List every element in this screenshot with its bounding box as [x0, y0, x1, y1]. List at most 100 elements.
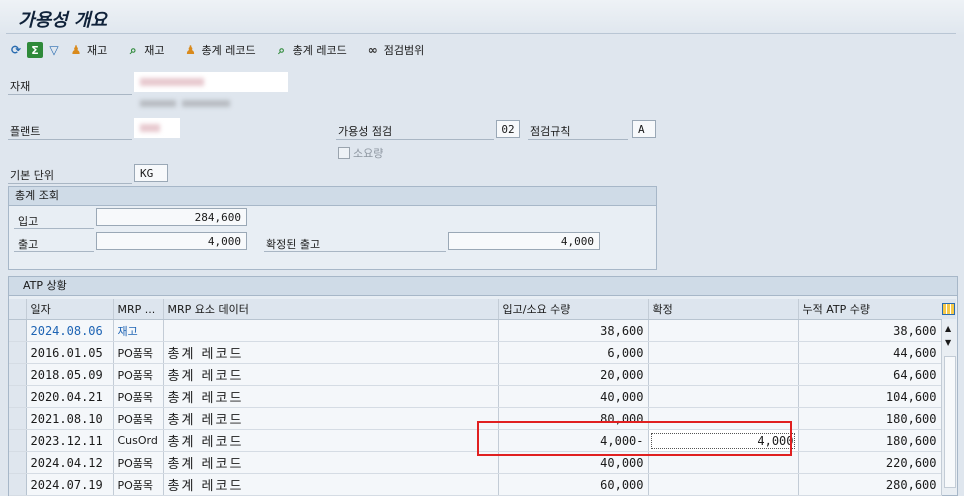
row-mrp: PO품목 [113, 451, 164, 474]
row-cumulative: 104,600 [798, 385, 942, 408]
row-date: 2024.04.12 [26, 451, 114, 474]
material-field[interactable] [134, 72, 288, 92]
row-selector[interactable] [9, 319, 27, 342]
check-rule-label: 점검규칙 [530, 125, 571, 138]
row-mrp[interactable]: 재고 [113, 319, 164, 342]
stock-people-button[interactable]: ♟ 재고 [67, 42, 108, 58]
row-confirmed [648, 473, 799, 496]
check-range-label: 점검범위 [383, 44, 425, 57]
row-mrp: PO품목 [113, 407, 164, 430]
table-row[interactable]: 2018.05.09 PO품목 총계 레코드 20,000 64,600 [9, 363, 942, 386]
row-mrp: PO품목 [113, 473, 164, 496]
row-mrp-data [163, 319, 499, 342]
base-unit-label: 기본 단위 [10, 169, 54, 182]
filter-icon[interactable]: ▽ [46, 42, 62, 58]
page-title: 가용성 개요 [18, 10, 108, 31]
row-selector[interactable] [9, 341, 27, 364]
availability-check-field[interactable]: 02 [496, 120, 520, 138]
table-row[interactable]: 2020.04.21 PO품목 총계 레코드 40,000 104,600 [9, 385, 942, 408]
magnifier-icon: ⌕ [278, 42, 285, 57]
column-header-mrp[interactable]: MRP ... [113, 299, 164, 320]
receipts-label: 입고 [18, 215, 39, 228]
magnifier-icon: ⌕ [129, 42, 137, 57]
row-qty: 6,000 [498, 341, 649, 364]
material-label: 자재 [10, 80, 31, 93]
row-confirmed [648, 363, 799, 386]
vertical-scrollbar[interactable]: ▲ ▼ [941, 322, 957, 494]
row-date: 2018.05.09 [26, 363, 114, 386]
scroll-up-icon[interactable]: ▲ [945, 324, 951, 333]
issues-underline [14, 251, 94, 252]
row-selector[interactable] [9, 451, 27, 474]
row-mrp: PO품목 [113, 341, 164, 364]
column-header-cumulative[interactable]: 누적 ATP 수량 [798, 299, 942, 320]
refresh-icon[interactable]: ⟳ [8, 42, 24, 58]
people-icon: ♟ [185, 43, 196, 57]
row-selector[interactable] [9, 429, 27, 452]
table-row[interactable]: 2021.08.10 PO품목 총계 레코드 80,000 180,600 [9, 407, 942, 430]
requirement-checkbox[interactable] [338, 147, 350, 159]
requirement-checkbox-row: 소요량 [338, 145, 383, 161]
row-confirmed [648, 385, 799, 408]
receipts-field: 284,600 [96, 208, 247, 226]
scroll-down-icon[interactable]: ▼ [945, 338, 951, 347]
row-mrp-data: 총계 레코드 [163, 407, 499, 430]
column-header-date[interactable]: 일자 [26, 299, 114, 320]
row-selector[interactable] [9, 385, 27, 408]
receipts-underline [14, 228, 94, 229]
row-qty: 60,000 [498, 473, 649, 496]
row-date: 2021.08.10 [26, 407, 114, 430]
plant-label: 플랜트 [10, 125, 41, 138]
column-header-qty[interactable]: 입고/소요 수량 [498, 299, 649, 320]
row-mrp: PO품목 [113, 363, 164, 386]
row-cumulative: 220,600 [798, 451, 942, 474]
total-records-people-button[interactable]: ♟ 총계 레코드 [182, 42, 256, 58]
confirmed-issues-field: 4,000 [448, 232, 600, 250]
row-selector[interactable] [9, 473, 27, 496]
check-rule-field[interactable]: A [632, 120, 656, 138]
grid-settings-icon [942, 303, 955, 315]
row-mrp: CusOrd [113, 429, 164, 452]
check-rule-underline [528, 139, 628, 140]
row-selector[interactable] [9, 407, 27, 430]
highlight-box [477, 421, 792, 456]
row-date[interactable]: 2024.08.06 [26, 319, 114, 342]
toolbar: ⟳ Σ ▽ ♟ 재고 ⌕ 재고 ♟ 총계 레코드 ⌕ 총계 레코드 ∞ 점검범위 [8, 40, 438, 60]
requirement-label: 소요량 [353, 147, 384, 160]
table-header-row: 일자 MRP ... MRP 요소 데이터 입고/소요 수량 확정 누적 ATP… [9, 299, 942, 320]
availability-check-underline [336, 139, 494, 140]
title-bar [0, 0, 964, 36]
stock-search-button[interactable]: ⌕ 재고 [124, 42, 165, 58]
sigma-icon[interactable]: Σ [27, 42, 43, 58]
select-all-header[interactable] [9, 299, 27, 320]
table-row[interactable]: 2016.01.05 PO품목 총계 레코드 6,000 44,600 [9, 341, 942, 364]
total-records-search-button[interactable]: ⌕ 총계 레코드 [273, 42, 346, 58]
table-row[interactable]: 2024.08.06 재고 38,600 38,600 [9, 319, 942, 342]
row-mrp-data: 총계 레코드 [163, 473, 499, 496]
atp-table: 일자 MRP ... MRP 요소 데이터 입고/소요 수량 확정 누적 ATP… [9, 299, 942, 496]
row-selector[interactable] [9, 363, 27, 386]
table-row[interactable]: 2024.04.12 PO품목 총계 레코드 40,000 220,600 [9, 451, 942, 474]
totals-group-header: 총계 조회 [9, 187, 656, 206]
plant-field[interactable] [134, 118, 180, 138]
row-date: 2016.01.05 [26, 341, 114, 364]
row-date: 2024.07.19 [26, 473, 114, 496]
glasses-icon: ∞ [367, 43, 378, 57]
base-unit-field[interactable]: KG [134, 164, 168, 182]
scroll-thumb[interactable] [944, 356, 956, 488]
column-settings-button[interactable] [941, 299, 956, 319]
row-date: 2023.12.11 [26, 429, 114, 452]
row-cumulative: 180,600 [798, 429, 942, 452]
check-range-button[interactable]: ∞ 점검범위 [364, 42, 424, 58]
row-qty: 38,600 [498, 319, 649, 342]
table-row[interactable]: 2023.12.11 CusOrd 총계 레코드 4,000- 4,000 18… [9, 429, 942, 452]
column-header-confirmed[interactable]: 확정 [648, 299, 799, 320]
material-desc-redacted [140, 100, 176, 107]
row-mrp-data: 총계 레코드 [163, 451, 499, 474]
column-header-mrp-data[interactable]: MRP 요소 데이터 [163, 299, 499, 320]
total-records-people-label: 총계 레코드 [201, 44, 256, 57]
title-divider [6, 33, 956, 34]
plant-redacted [140, 124, 160, 132]
confirmed-issues-label: 확정된 출고 [266, 238, 321, 251]
table-row[interactable]: 2024.07.19 PO품목 총계 레코드 60,000 280,600 [9, 473, 942, 496]
